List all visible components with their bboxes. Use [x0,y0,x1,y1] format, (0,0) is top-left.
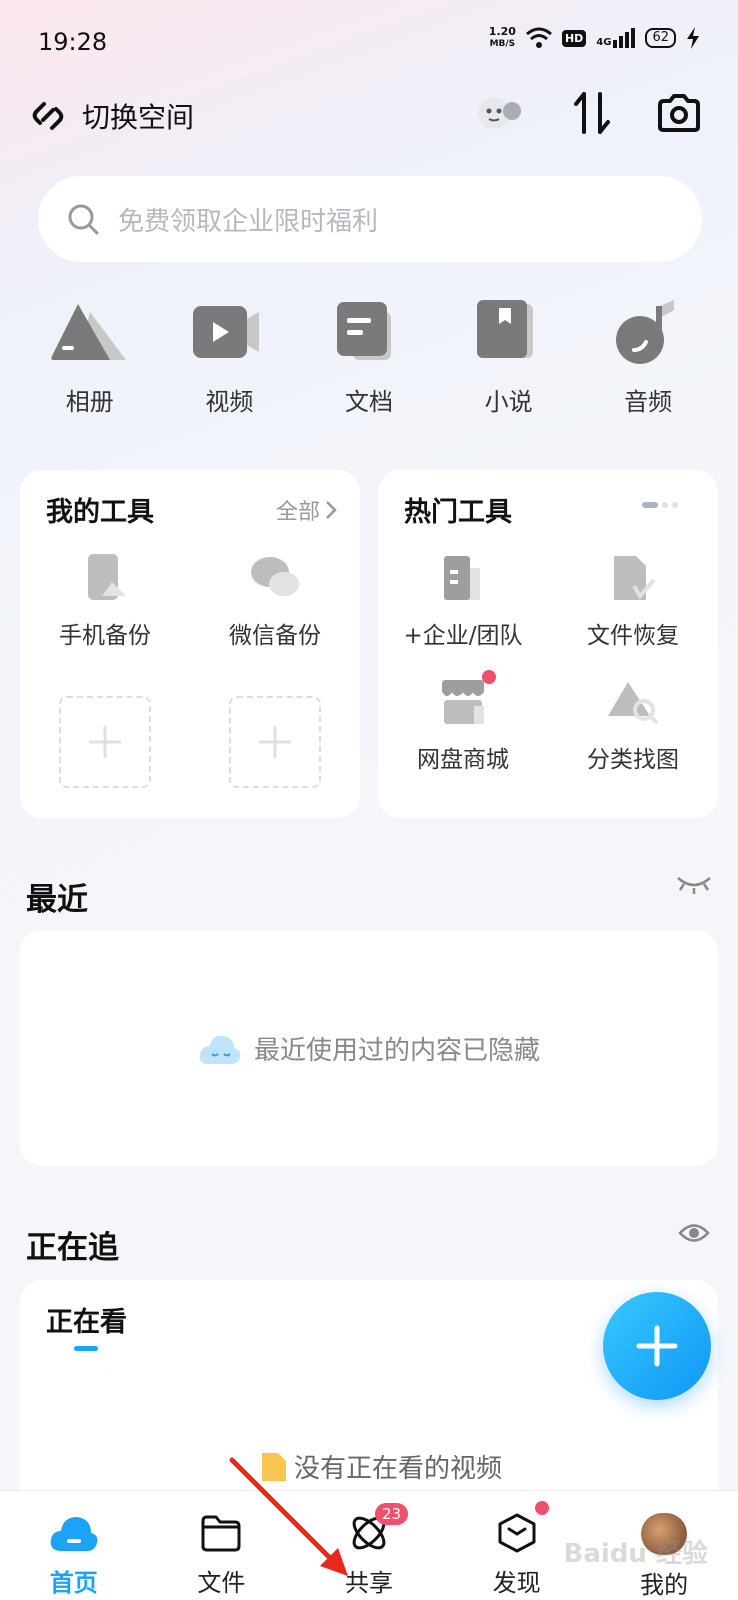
nav-label: 首页 [49,1569,98,1597]
add-tool-slot[interactable] [59,696,151,788]
category-audio[interactable]: 音频 [593,300,703,417]
category-album[interactable]: 相册 [35,300,145,417]
tool-phone-backup[interactable]: 手机备份 [20,552,190,650]
chevron-right-icon [326,501,337,519]
new-dot [534,1501,549,1515]
recent-section-title: 最近 [26,882,88,918]
tool-label: +企业/团队 [403,623,523,649]
plus-icon [89,726,121,758]
video-play-icon [193,306,260,358]
tool-label: 文件恢复 [587,623,679,649]
tool-file-recover[interactable]: 文件恢复 [548,552,718,650]
category-novel[interactable]: 小说 [454,300,564,417]
battery-indicator: 62 [645,28,676,48]
watermark: Baidu 经验 [563,1539,708,1569]
my-tools-card: 我的工具 全部 手机备份 微信备份 [20,470,360,818]
new-dot [482,670,496,684]
enterprise-building-icon [444,556,480,600]
plus-icon [259,726,291,758]
music-note-icon [616,300,675,364]
share-count-badge: 23 [374,1503,409,1525]
search-placeholder: 免费领取企业限时福利 [118,206,379,237]
hot-tools-title: 热门工具 [404,497,512,528]
tab-underline [74,1346,98,1351]
tool-label: 微信备份 [229,623,321,649]
plus-icon [636,1325,678,1367]
book-icon [476,300,533,358]
mascot-avatar-icon[interactable] [472,91,528,135]
category-label: 相册 [65,388,114,416]
my-tools-all-link[interactable]: 全部 [276,494,338,526]
my-tools-title: 我的工具 [46,497,154,528]
eye-closed-icon[interactable] [676,874,712,894]
transfer-icon[interactable] [572,90,612,136]
tool-image-search[interactable]: 分类找图 [548,676,718,774]
tool-label: 网盘商城 [417,747,509,773]
nav-discover[interactable]: 发现 [457,1491,577,1600]
tool-enterprise-team[interactable]: +企业/团队 [378,552,548,650]
sleeping-cloud-icon [199,1035,241,1064]
cube-discover-icon [498,1513,536,1553]
add-fab-button[interactable] [603,1292,711,1400]
tool-label: 分类找图 [587,747,679,773]
switch-space-button[interactable]: 切换空间 [30,96,194,136]
tool-wechat-backup[interactable]: 微信备份 [190,552,360,650]
header-actions [472,90,702,136]
charging-icon [687,27,699,49]
camera-icon[interactable] [656,93,702,133]
category-label: 小说 [484,388,533,416]
category-label: 文档 [344,388,393,416]
tab-watching[interactable]: 正在看 [46,1300,127,1339]
nav-label: 我的 [640,1571,689,1599]
nav-label: 发现 [492,1569,541,1597]
image-search-icon [608,682,658,724]
page-indicator [642,502,678,508]
hot-tools-card: 热门工具 +企业/团队 文件恢复 网盘商城 分类找图 [378,470,718,818]
recent-empty-message: 最近使用过的内容已隐藏 [253,1035,540,1066]
add-tool-slot[interactable] [229,696,321,788]
nav-home[interactable]: 首页 [14,1491,134,1600]
tool-label: 手机备份 [59,623,151,649]
eye-icon[interactable] [678,1220,710,1246]
search-icon [68,204,99,235]
wechat-backup-icon [251,557,299,596]
status-icons: 1.20 MB/S HD 4G 62 [489,26,700,50]
category-video[interactable]: 视频 [174,300,284,417]
network-speed: 1.20 MB/S [488,25,516,50]
category-label: 音频 [624,388,673,416]
wifi-icon [525,27,552,48]
switch-space-label: 切换空间 [82,101,195,134]
category-label: 视频 [205,388,254,416]
recent-card: 最近使用过的内容已隐藏 [20,930,718,1166]
home-cloud-icon [50,1517,98,1551]
tool-store[interactable]: 网盘商城 [378,670,548,774]
document-icon [336,302,391,360]
store-icon [441,680,485,724]
signal-icon: 4G [596,28,636,48]
file-recover-icon [614,556,656,600]
switch-icon [32,102,64,130]
category-row: 相册 视频 文档 小说 音频 [20,300,718,417]
status-time: 19:28 [38,28,108,56]
hd-badge: HD [561,29,587,47]
category-document[interactable]: 文档 [314,300,424,417]
search-bar[interactable]: 免费领取企业限时福利 [38,176,702,262]
following-section-title: 正在追 [26,1230,119,1266]
mountain-photo-icon [51,304,126,360]
annotation-arrow-icon [229,1457,348,1576]
phone-backup-icon [88,554,126,600]
